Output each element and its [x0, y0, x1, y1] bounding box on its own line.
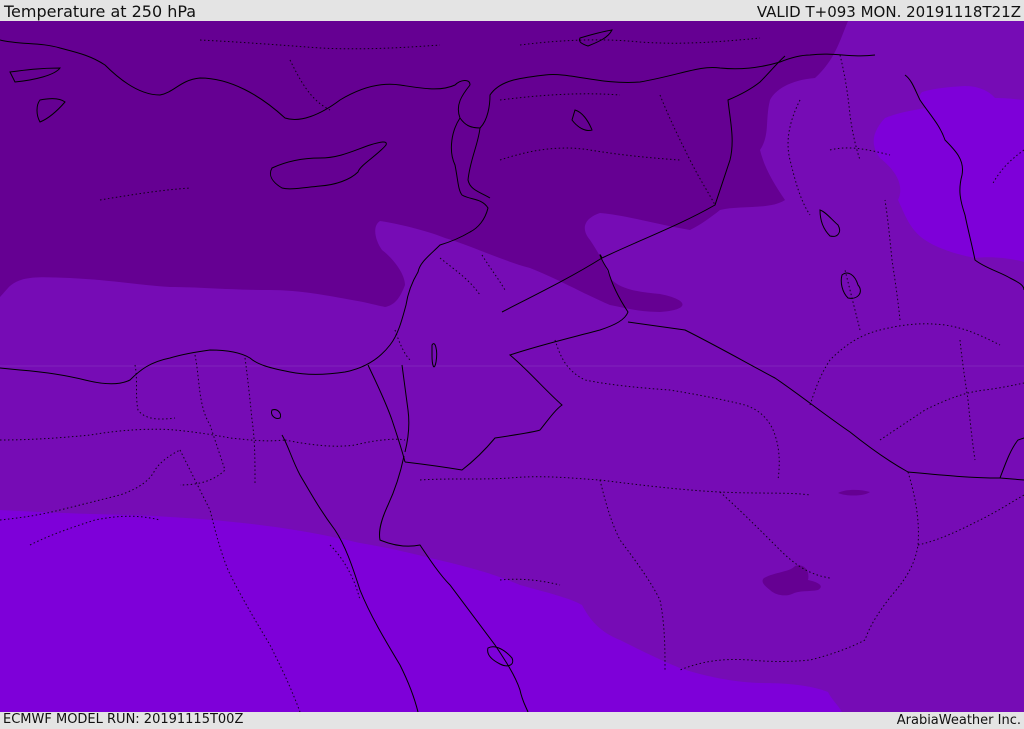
temperature-map: [0, 21, 1024, 712]
footer-bar: ECMWF MODEL RUN: 20191115T00Z ArabiaWeat…: [0, 712, 1024, 729]
header-bar: Temperature at 250 hPa VALID T+093 MON. …: [0, 0, 1024, 21]
credit-label: ArabiaWeather Inc.: [896, 713, 1021, 728]
map-title: Temperature at 250 hPa: [4, 2, 197, 21]
valid-time: VALID T+093 MON. 20191118T21Z: [756, 3, 1021, 21]
model-run: ECMWF MODEL RUN: 20191115T00Z: [3, 712, 244, 727]
